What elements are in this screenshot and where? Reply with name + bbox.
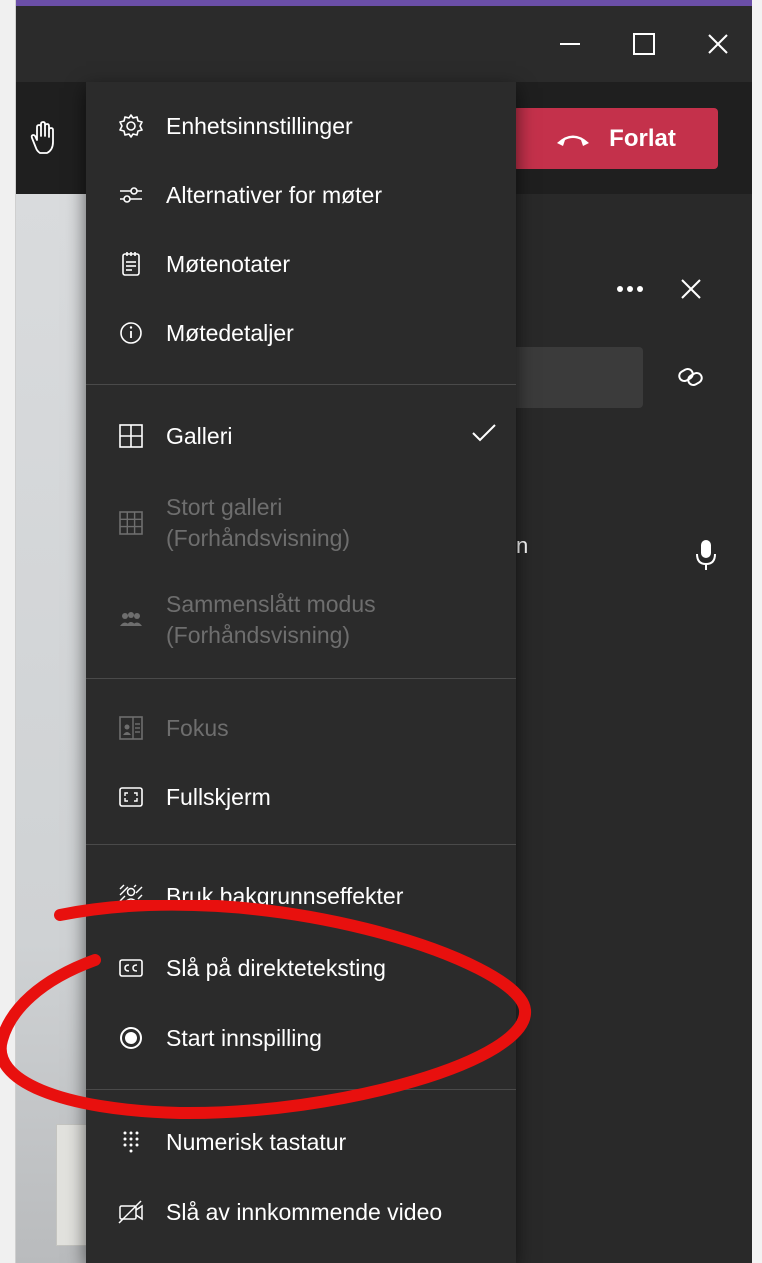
- sliders-icon: [116, 180, 146, 210]
- menu-item-meeting-details[interactable]: Møtedetaljer: [86, 315, 516, 351]
- notes-icon: [116, 249, 146, 279]
- menu-item-meeting-options[interactable]: Alternativer for møter: [86, 177, 516, 213]
- panel-search-input[interactable]: [510, 347, 643, 408]
- menu-item-label: Stort galleri: [166, 494, 283, 520]
- menu-separator: [86, 384, 516, 385]
- gear-icon: [116, 111, 146, 141]
- panel-more-button[interactable]: [612, 272, 652, 302]
- menu-item-sublabel: (Forhåndsvisning): [166, 525, 351, 551]
- link-icon: [678, 368, 703, 386]
- copy-link-button[interactable]: [676, 364, 706, 390]
- menu-item-label: Møtedetaljer: [166, 319, 294, 346]
- leave-button[interactable]: Forlat: [513, 108, 718, 169]
- menu-item-label: Fullskjerm: [166, 783, 271, 810]
- info-icon: [116, 318, 146, 348]
- menu-item-together-mode: Sammenslått modus (Forhåndsvisning): [86, 587, 516, 653]
- menu-item-gallery[interactable]: Galleri: [86, 418, 516, 454]
- maximize-icon: [633, 33, 655, 55]
- gallery-icon: [116, 421, 146, 451]
- panel-close-button[interactable]: [678, 276, 706, 304]
- menu-item-large-gallery: Stort galleri (Forhåndsvisning): [86, 490, 516, 556]
- menu-item-focus: Fokus: [86, 710, 516, 746]
- menu-item-label: Alternativer for møter: [166, 181, 382, 208]
- together-mode-icon: [116, 605, 146, 635]
- maximize-button[interactable]: [608, 6, 680, 82]
- red-annotation-ellipse: [0, 900, 531, 1120]
- menu-item-label: Sammenslått modus: [166, 591, 376, 617]
- checkmark-icon: [470, 421, 498, 451]
- video-off-icon: [116, 1197, 146, 1227]
- participant-mic-icon: [694, 538, 718, 572]
- hang-up-icon: [557, 135, 590, 146]
- menu-item-label: Galleri: [166, 422, 233, 449]
- window-right-edge: [752, 0, 762, 1263]
- menu-item-label: Møtenotater: [166, 250, 290, 277]
- menu-item-meeting-notes[interactable]: Møtenotater: [86, 246, 516, 282]
- close-window-button[interactable]: [682, 6, 754, 82]
- menu-item-label: Fokus: [166, 714, 229, 741]
- focus-icon: [116, 713, 146, 743]
- menu-item-fullscreen[interactable]: Fullskjerm: [86, 779, 516, 815]
- menu-separator: [86, 678, 516, 679]
- minimize-icon: [560, 43, 580, 45]
- large-gallery-icon: [116, 508, 146, 538]
- minimize-button[interactable]: [534, 6, 606, 82]
- raise-hand-button[interactable]: [22, 118, 62, 158]
- menu-item-label: Slå av innkommende video: [166, 1198, 443, 1225]
- close-icon: [681, 279, 701, 299]
- leave-label: Forlat: [609, 124, 676, 152]
- menu-separator: [86, 844, 516, 845]
- fullscreen-icon: [116, 782, 146, 812]
- menu-item-label: Enhetsinnstillinger: [166, 112, 353, 139]
- menu-item-sublabel: (Forhåndsvisning): [166, 622, 351, 648]
- raise-hand-icon: [30, 121, 54, 154]
- menu-item-turn-off-incoming-video[interactable]: Slå av innkommende video: [86, 1194, 516, 1230]
- menu-item-device-settings[interactable]: Enhetsinnstillinger: [86, 108, 516, 144]
- close-icon: [708, 34, 728, 54]
- participant-name-fragment: n: [516, 533, 529, 558]
- more-icon: [617, 286, 643, 292]
